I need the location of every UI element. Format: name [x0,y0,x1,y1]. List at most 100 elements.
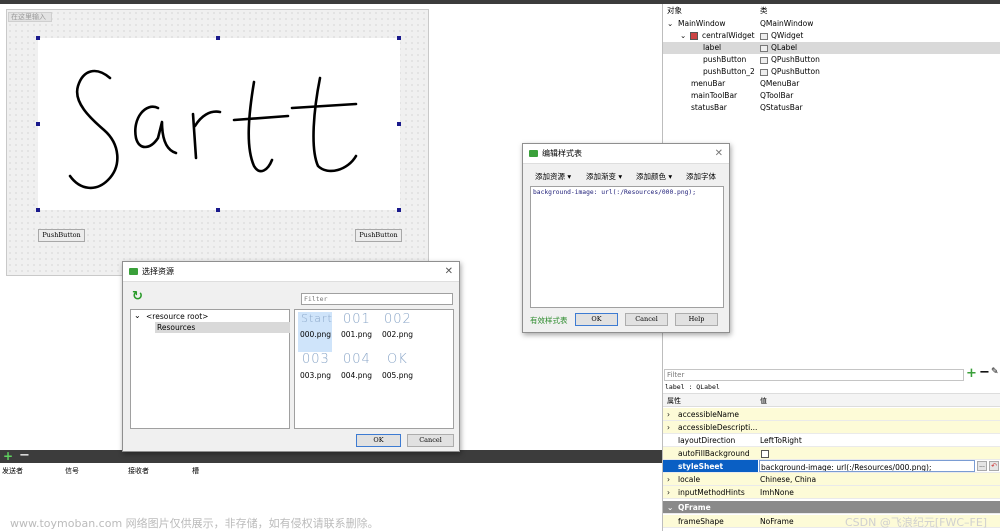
object-name: menuBar [691,79,726,88]
tree-row-mainwindow[interactable]: ⌄ MainWindow QMainWindow [663,18,1000,30]
stylesheet-dialog-titlebar: 编辑样式表 ✕ [523,144,729,164]
add-resource-button[interactable]: 添加资源 ▾ [535,171,571,182]
close-icon[interactable]: ✕ [445,262,453,282]
add-color-button[interactable]: 添加颜色 ▾ [636,171,672,182]
selection-handle[interactable] [216,208,220,212]
file-name[interactable]: 001.png [341,330,372,339]
chevron-right-icon[interactable]: › [667,486,670,499]
value-col-header: 值 [760,397,767,405]
add-font-button[interactable]: 添加字体 [686,171,716,182]
push-button-1[interactable]: PushButton [38,229,85,242]
section-title: QFrame [678,503,711,512]
section-header-qframe[interactable]: ⌄ QFrame [663,501,1000,514]
object-class: QPushButton [771,67,820,76]
ellipsis-button[interactable]: ... [977,461,987,471]
add-gradient-button[interactable]: 添加渐变 ▾ [586,171,622,182]
add-property-icon[interactable]: + [966,366,977,381]
tree-row-statusbar[interactable]: statusBar QStatusBar [663,102,1000,114]
resource-ok-button[interactable]: OK [356,434,401,447]
stylesheet-editor[interactable]: background-image: url(:/Resources/000.pn… [530,186,724,308]
property-row[interactable]: › accessibleDescripti... [663,421,1000,434]
tree-row-label[interactable]: label QLabel [663,42,1000,54]
tree-row-pushbutton[interactable]: pushButton QPushButton [663,54,1000,66]
slot-header: 槽 [192,467,199,475]
chevron-down-icon[interactable]: ⌄ [667,18,673,30]
chevron-right-icon[interactable]: › [667,421,670,434]
widget-icon [690,32,698,40]
button-class-icon [760,68,768,76]
property-row[interactable]: autoFillBackground [663,447,1000,460]
property-row[interactable]: › inputMethodHints ImhNone [663,486,1000,499]
property-name: styleSheet [663,460,758,472]
tree-row-maintoolbar[interactable]: mainToolBar QToolBar [663,90,1000,102]
file-name[interactable]: 004.png [341,371,372,380]
property-name: locale [678,475,701,484]
remove-property-icon[interactable]: − [979,365,990,380]
remove-icon[interactable]: − [19,448,30,463]
file-thumbnail[interactable]: OK [387,352,408,367]
reset-icon[interactable]: ↶ [989,461,999,471]
label-widget[interactable] [38,38,400,210]
selection-handle[interactable] [36,208,40,212]
receiver-header: 接收者 [128,467,149,475]
file-thumbnail[interactable]: 003 [302,352,330,367]
selection-handle[interactable] [397,36,401,40]
tree-row-menubar[interactable]: menuBar QMenuBar [663,78,1000,90]
selection-handle[interactable] [397,122,401,126]
dropdown-arrow-icon: ▾ [668,172,673,181]
file-name[interactable]: 002.png [382,330,413,339]
close-icon[interactable]: ✕ [715,144,723,164]
property-value: ImhNone [760,488,794,497]
property-row[interactable]: › accessibleName [663,408,1000,421]
chevron-down-icon[interactable]: ⌄ [680,30,686,42]
button-label: 添加资源 [535,172,565,181]
push-button-2[interactable]: PushButton [355,229,402,242]
ok-button[interactable]: OK [575,313,618,326]
object-name: centralWidget [702,31,755,40]
resource-root-item[interactable]: <resource root> [146,312,208,321]
tree-row-centralwidget[interactable]: ⌄ centralWidget QWidget [663,30,1000,42]
add-icon[interactable]: + [3,449,13,463]
button-class-icon [760,56,768,64]
resources-folder-item[interactable]: Resources [155,322,290,333]
selection-handle[interactable] [216,36,220,40]
menu-placeholder[interactable]: 在这里输入 [8,12,52,22]
chevron-down-icon[interactable]: ⌄ [667,501,673,514]
property-row[interactable]: › locale Chinese, China [663,473,1000,486]
selection-handle[interactable] [36,36,40,40]
autofill-checkbox[interactable] [761,450,769,458]
file-name[interactable]: 000.png [300,330,331,339]
file-thumbnail[interactable]: 001 [343,312,371,327]
start-handwriting-image [68,69,358,190]
property-row[interactable]: layoutDirection LeftToRight [663,434,1000,447]
stylesheet-dialog: 编辑样式表 ✕ 添加资源 ▾ 添加渐变 ▾ 添加颜色 ▾ 添加字体 backgr… [522,143,730,333]
selection-handle[interactable] [36,122,40,126]
property-row-stylesheet[interactable]: styleSheet background-image: url(:/Resou… [663,460,1000,473]
resource-filter-input[interactable]: Filter [301,293,453,305]
object-name: statusBar [691,103,727,112]
stylesheet-value-input[interactable]: background-image: url(:/Resources/000.pn… [759,460,975,472]
file-thumbnail[interactable]: 004 [343,352,371,367]
selection-handle[interactable] [397,208,401,212]
file-name[interactable]: 005.png [382,371,413,380]
object-col-header: 对象 [667,6,682,15]
chevron-down-icon[interactable]: ⌄ [134,311,141,320]
chevron-right-icon[interactable]: › [667,408,670,421]
file-thumbnail[interactable]: 002 [384,312,412,327]
property-name: inputMethodHints [678,488,745,497]
cancel-button[interactable]: Cancel [625,313,668,326]
help-button[interactable]: Help [675,313,718,326]
tree-row-pushbutton-2[interactable]: pushButton_2 QPushButton [663,66,1000,78]
chevron-right-icon[interactable]: › [667,473,670,486]
file-thumbnail[interactable]: Start [301,312,333,325]
object-name: pushButton_2 [703,67,755,76]
reload-icon[interactable]: ↻ [132,289,143,304]
resource-file-grid: Start 000.png 001 001.png 002 002.png 00… [294,309,454,429]
label-class-icon [760,44,768,52]
property-col-header: 属性 [667,397,681,405]
button-label: 添加颜色 [636,172,666,181]
resource-cancel-button[interactable]: Cancel [407,434,454,447]
file-name[interactable]: 003.png [300,371,331,380]
property-filter-input[interactable]: Filter [664,369,964,381]
wrench-icon[interactable]: ✎ [991,367,999,377]
